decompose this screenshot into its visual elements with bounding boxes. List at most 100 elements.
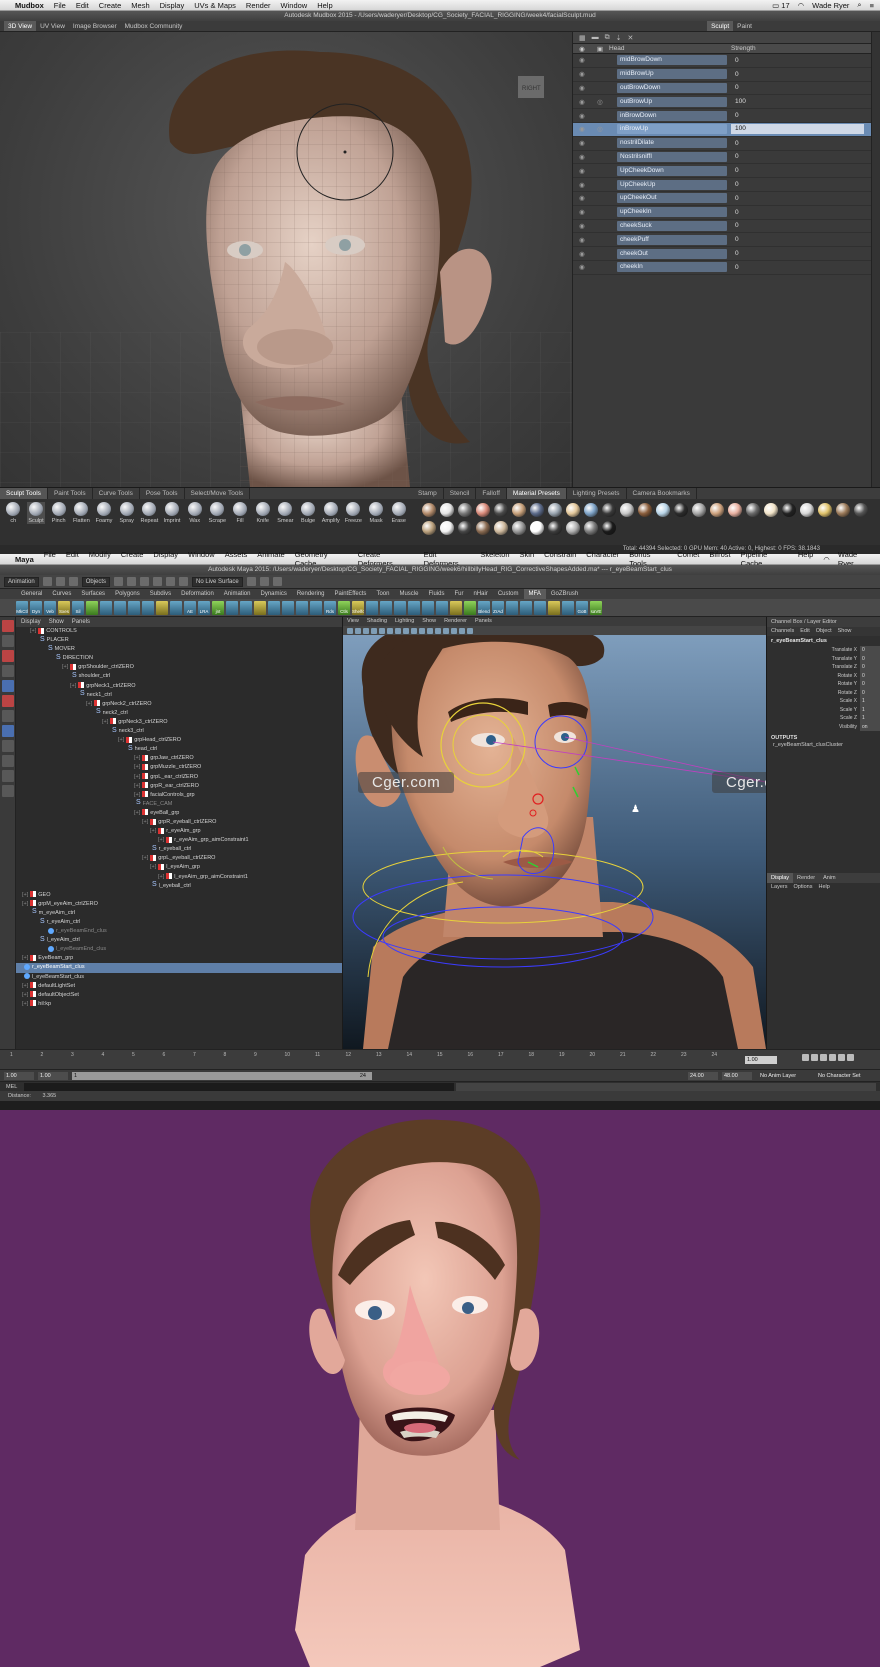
menu-create[interactable]: Create — [99, 1, 122, 10]
textured-icon[interactable] — [435, 627, 441, 634]
camera-select-icon[interactable] — [347, 627, 353, 634]
menu-file[interactable]: File — [54, 1, 66, 10]
brush-flatten[interactable]: Flatten — [72, 502, 91, 524]
outliner-item[interactable]: [+] CONTROLS — [16, 627, 342, 636]
channel-scale-y[interactable]: Scale Y1 — [767, 705, 880, 714]
shelf-button[interactable]: Sil — [72, 600, 84, 615]
expand-icon[interactable]: [+] — [22, 1001, 28, 1007]
shelf-tab-general[interactable]: General — [16, 589, 47, 599]
material-swatch-icon[interactable] — [512, 521, 526, 535]
playback-start-field[interactable]: 1.00 — [38, 1072, 68, 1080]
go-start-icon[interactable] — [802, 1054, 809, 1061]
brush-pinch[interactable]: Pinch — [49, 502, 68, 524]
brush-sculpt[interactable]: Sculpt — [26, 502, 46, 524]
material-swatch-icon[interactable] — [530, 503, 544, 517]
channel-value[interactable]: 0 — [860, 688, 880, 697]
layer-row[interactable]: ◉ outBrowDown 0 — [573, 82, 880, 96]
material-swatch-icon[interactable] — [566, 503, 580, 517]
channel-visibility[interactable]: Visibility on — [767, 722, 880, 731]
shelf-button[interactable]: GoB — [576, 600, 588, 615]
layer-name[interactable]: cheekIn — [617, 262, 727, 273]
shelf-button[interactable] — [450, 600, 462, 615]
layout-persp-outliner-icon[interactable] — [2, 755, 14, 767]
material-swatch-icon[interactable] — [674, 503, 688, 517]
shelf-button[interactable] — [128, 600, 140, 615]
expand-icon[interactable]: [+] — [62, 664, 68, 670]
outliner-item[interactable]: [+] GEO — [16, 891, 342, 900]
select-component-icon[interactable] — [140, 577, 150, 586]
new-scene-icon[interactable] — [42, 577, 52, 586]
layer-row[interactable]: ◉ midBrowUp 0 — [573, 68, 880, 82]
end-time-field[interactable]: 48.00 — [722, 1072, 752, 1080]
material-swatch-icon[interactable] — [602, 503, 616, 517]
channel-rotate-z[interactable]: Rotate Z0 — [767, 688, 880, 697]
folder-icon[interactable]: ▬ — [592, 34, 599, 41]
viewport-menu-panels[interactable]: Panels — [475, 617, 492, 626]
layer-visibility-icon[interactable]: ◉ — [573, 181, 591, 189]
outliner-item[interactable]: [+] grpNeck1_ctrlZERO — [16, 682, 342, 691]
shelf-button[interactable] — [282, 600, 294, 615]
layer-visibility-icon[interactable]: ◉ — [573, 125, 591, 133]
film-gate-icon[interactable] — [387, 627, 393, 634]
expand-icon[interactable]: [+] — [86, 701, 92, 707]
xray-icon[interactable] — [459, 627, 465, 634]
outliner-item[interactable]: [+] grpMuzzle_ctrlZERO — [16, 763, 342, 772]
channel-menu-channels[interactable]: Channels — [771, 627, 794, 636]
rotate-tool-icon[interactable] — [2, 680, 14, 692]
layer-row[interactable]: ◉ nostrilDilate 0 — [573, 137, 880, 151]
shelf-button[interactable]: Sxes — [58, 600, 70, 615]
brush-knife[interactable]: Knife — [253, 502, 272, 524]
layer-row[interactable]: ◉ UpCheekDown 0 — [573, 164, 880, 179]
material-swatch-icon[interactable] — [854, 503, 868, 517]
shelf-button[interactable] — [100, 600, 112, 615]
mudbox-3d-viewport[interactable]: RIGHT — [0, 32, 572, 487]
layer-menu-layers[interactable]: Layers — [771, 883, 788, 892]
channel-value[interactable]: 0 — [860, 671, 880, 680]
channel-rotate-x[interactable]: Rotate X0 — [767, 671, 880, 680]
outliner-menu-show[interactable]: Show — [49, 617, 64, 627]
layer-strength[interactable]: 0 — [731, 71, 880, 78]
layer-tab-display[interactable]: Display — [767, 873, 794, 883]
camera-attr-icon[interactable] — [355, 627, 361, 634]
shelf-button[interactable]: saVE — [590, 600, 602, 615]
paint-select-icon[interactable] — [2, 650, 14, 662]
merge-icon[interactable]: ⇣ — [616, 34, 622, 42]
outliner-item[interactable]: Sr_eyeAim_ctrl — [16, 918, 342, 927]
shelf-button[interactable]: jnt — [212, 600, 224, 615]
layer-visibility-icon[interactable]: ◉ — [573, 112, 591, 120]
shelf-button[interactable]: MkCtl — [16, 600, 28, 615]
layer-tab-anim[interactable]: Anim — [819, 873, 840, 883]
shelf-button[interactable] — [268, 600, 280, 615]
layer-name[interactable]: cheekPuff — [617, 234, 727, 245]
anim-layer-dropdown[interactable]: No Anim Layer — [758, 1072, 813, 1080]
view-tab-3d-view[interactable]: 3D View — [4, 21, 37, 31]
shelf-tab-painteffects[interactable]: PaintEffects — [330, 589, 372, 599]
select-tool-icon[interactable] — [2, 620, 14, 632]
shelf-tab-surfaces[interactable]: Surfaces — [76, 589, 110, 599]
select-object-icon[interactable] — [127, 577, 137, 586]
material-swatch-icon[interactable] — [566, 521, 580, 535]
layer-strength[interactable]: 0 — [731, 236, 880, 243]
material-swatch-icon[interactable] — [476, 503, 490, 517]
layer-strength[interactable]: 0 — [731, 140, 880, 147]
tray-tab-lighting-presets[interactable]: Lighting Presets — [567, 488, 627, 499]
shelf-tab-muscle[interactable]: Muscle — [394, 589, 423, 599]
menu-window[interactable]: Window — [281, 1, 308, 10]
expand-icon[interactable]: [+] — [134, 783, 140, 789]
outliner-item[interactable]: [+] facialControls_grp — [16, 791, 342, 800]
shelf-tab-custom[interactable]: Custom — [493, 589, 524, 599]
shelf-button[interactable] — [380, 600, 392, 615]
layer-name[interactable]: UpCheekDown — [617, 165, 727, 176]
layer-menu-help[interactable]: Help — [818, 883, 829, 892]
channel-translate-z[interactable]: Translate Z0 — [767, 663, 880, 672]
material-swatch-icon[interactable] — [494, 503, 508, 517]
channel-value[interactable]: 0 — [860, 680, 880, 689]
shelf-button[interactable] — [422, 600, 434, 615]
smooth-shade-icon[interactable] — [427, 627, 433, 634]
layer-visibility-icon[interactable]: ◉ — [573, 208, 591, 216]
shelf-button[interactable] — [408, 600, 420, 615]
material-swatch-icon[interactable] — [692, 503, 706, 517]
channel-menu-object[interactable]: Object — [816, 627, 832, 636]
outliner-item[interactable]: Sl_eyeball_ctrl — [16, 881, 342, 891]
layer-visibility-icon[interactable]: ◉ — [573, 153, 591, 161]
